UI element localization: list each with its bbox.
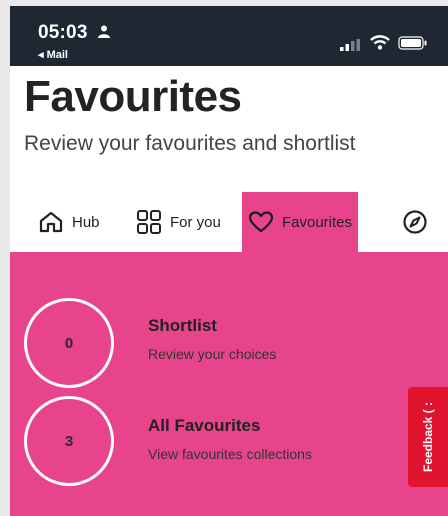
compass-icon: [403, 210, 427, 234]
shortlist-count-badge[interactable]: 0: [24, 298, 114, 388]
tab-label: Hub: [72, 213, 100, 231]
app-screen: 05:03 ◂ Mail Favourites Review your favo…: [10, 6, 448, 516]
home-icon: [39, 211, 63, 233]
favourites-panel: 0 Shortlist Review your choices 3 All Fa…: [10, 252, 448, 516]
shortlist-subtitle: Review your choices: [148, 346, 277, 362]
battery-icon: [398, 36, 427, 50]
all-favourites-subtitle: View favourites collections: [148, 446, 312, 462]
tab-explore[interactable]: [402, 192, 436, 252]
shortlist-title[interactable]: Shortlist: [148, 316, 217, 336]
heart-icon: [248, 211, 274, 233]
tab-label: Favourites: [281, 213, 353, 231]
tab-for-you[interactable]: For you: [136, 192, 221, 252]
tab-hub[interactable]: Hub: [38, 192, 100, 252]
wifi-icon: [370, 35, 390, 50]
feedback-label: Feedback ( :: [421, 401, 435, 473]
page-title: Favourites: [24, 72, 242, 121]
status-bar: 05:03 ◂ Mail: [10, 6, 448, 66]
signal-icon: [340, 39, 360, 51]
person-icon: [98, 25, 110, 38]
grid-icon: [137, 210, 161, 234]
feedback-button[interactable]: Feedback ( :: [408, 387, 448, 487]
tab-bar: Hub For you Favourites: [10, 192, 448, 252]
back-to-mail-link[interactable]: ◂ Mail: [38, 48, 68, 61]
page-subtitle: Review your favourites and shortlist: [24, 132, 356, 155]
all-favourites-count-badge[interactable]: 3: [24, 396, 114, 486]
status-time: 05:03: [38, 22, 88, 43]
all-favourites-title[interactable]: All Favourites: [148, 416, 260, 436]
tab-favourites[interactable]: Favourites: [242, 192, 358, 252]
tab-label: For you: [170, 213, 221, 231]
